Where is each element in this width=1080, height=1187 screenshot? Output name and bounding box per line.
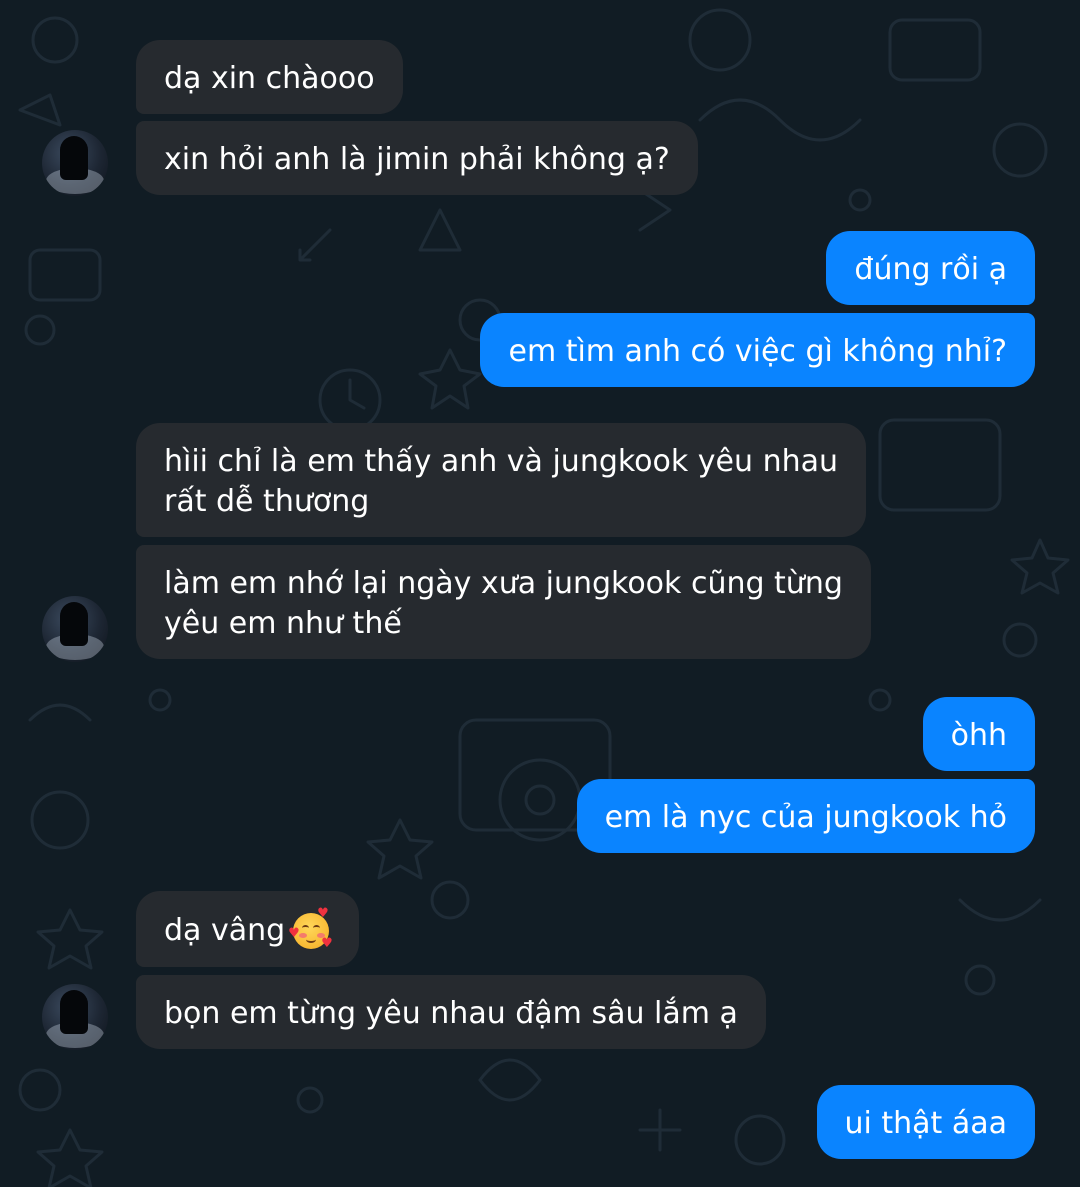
outgoing-message: em là nyc của jungkook hỏ [576, 779, 1035, 853]
incoming-message: dạ xin chàooo [136, 40, 403, 114]
outgoing-message: ui thật áaa [816, 1085, 1035, 1159]
smiling-face-with-hearts-icon: ♥ ♥ ♥ [288, 906, 333, 951]
outgoing-message: òhh [922, 697, 1035, 771]
incoming-message: làm em nhớ lại ngày xưa jungkook cũng từ… [136, 545, 871, 659]
contact-avatar[interactable] [42, 130, 108, 196]
incoming-message: xin hỏi anh là jimin phải không ạ? [136, 121, 698, 195]
chat-thread: dạ xin chàooo xin hỏi anh là jimin phải … [0, 0, 1080, 1187]
incoming-message: dạ vâng ♥ ♥ ♥ [136, 891, 360, 967]
message-text: dạ vâng [164, 913, 286, 948]
message-line: rất dễ thương [164, 484, 370, 519]
outgoing-message: đúng rồi ạ [826, 231, 1035, 305]
outgoing-message: em tìm anh có việc gì không nhỉ? [480, 313, 1035, 387]
incoming-message: bọn em từng yêu nhau đậm sâu lắm ạ [136, 975, 766, 1049]
message-line: yêu em như thế [164, 606, 402, 641]
message-line: hìii chỉ là em thấy anh và jungkook yêu … [164, 444, 838, 479]
message-line: làm em nhớ lại ngày xưa jungkook cũng từ… [164, 566, 843, 601]
contact-avatar[interactable] [42, 596, 108, 662]
contact-avatar[interactable] [42, 984, 108, 1050]
incoming-message: hìii chỉ là em thấy anh và jungkook yêu … [136, 423, 866, 537]
